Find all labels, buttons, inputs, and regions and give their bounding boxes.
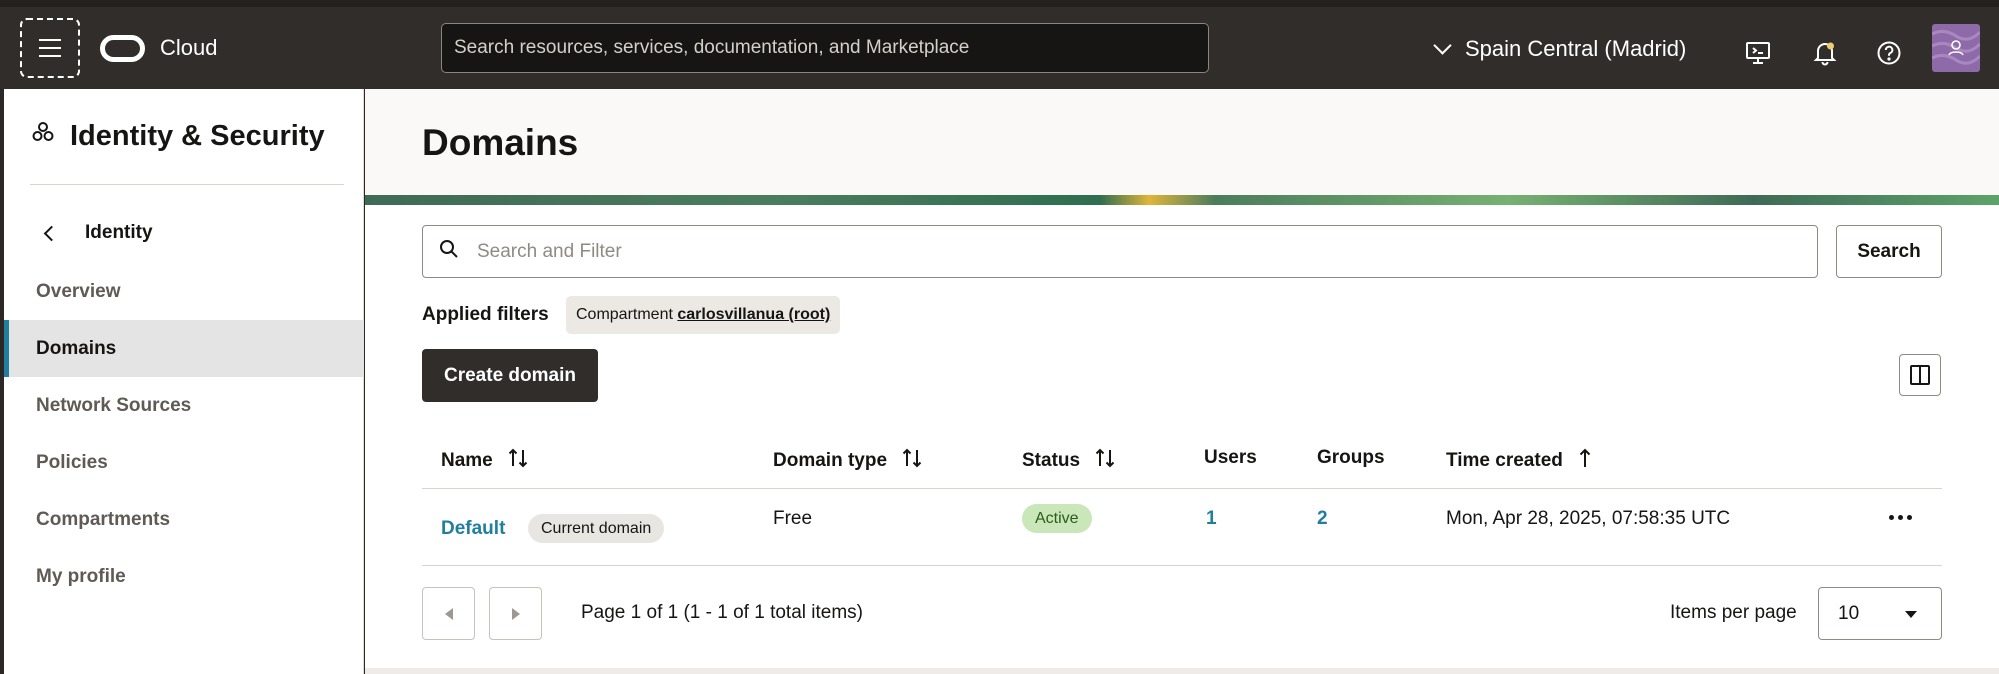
sidebar-item-network-sources[interactable]: Network Sources <box>4 377 364 434</box>
sort-icon <box>507 447 529 475</box>
column-header-time-created-label: Time created <box>1446 450 1563 471</box>
previous-page-button[interactable] <box>422 587 475 640</box>
status-badge: Active <box>1022 504 1092 533</box>
previous-arrow-icon <box>444 607 453 620</box>
compartment-filter-chip[interactable]: Compartment carlosvillanua (root) <box>566 296 841 334</box>
groups-count-link[interactable]: 2 <box>1317 508 1328 530</box>
items-per-page-select[interactable]: 10 <box>1818 587 1942 640</box>
filter-chip-key: Compartment <box>576 306 673 323</box>
table-header-divider <box>422 488 1942 489</box>
create-domain-button[interactable]: Create domain <box>422 349 598 402</box>
sidebar-item-policies[interactable]: Policies <box>4 434 364 491</box>
global-search-input[interactable]: Search resources, services, documentatio… <box>441 23 1209 73</box>
sort-icon <box>901 447 923 475</box>
sidebar-item-my-profile[interactable]: My profile <box>4 548 364 605</box>
users-count-link[interactable]: 1 <box>1206 508 1217 530</box>
sidebar-item-domains[interactable]: Domains <box>4 320 364 377</box>
sidebar-item-compartments[interactable]: Compartments <box>4 491 364 548</box>
column-header-name-label: Name <box>441 450 493 471</box>
items-per-page-label: Items per page <box>1670 602 1797 623</box>
column-header-groups: Groups <box>1317 447 1385 469</box>
columns-icon <box>1910 365 1930 385</box>
pagination-info: Page 1 of 1 (1 - 1 of 1 total items) <box>581 602 863 623</box>
time-created-cell: Mon, Apr 28, 2025, 07:58:35 UTC <box>1446 508 1731 529</box>
sidebar: Identity & Security Identity Overview Do… <box>4 89 364 674</box>
sort-ascending-icon <box>1577 447 1593 475</box>
column-header-groups-label: Groups <box>1317 447 1385 468</box>
page-header: Domains <box>365 89 1999 195</box>
search-filter-input[interactable]: Search and Filter <box>422 225 1818 278</box>
user-avatar[interactable] <box>1932 24 1980 72</box>
column-header-users: Users <box>1204 447 1257 469</box>
row-actions-menu-icon[interactable] <box>1889 515 1912 520</box>
chevron-left-icon <box>43 225 60 241</box>
brand-name[interactable]: Cloud <box>160 35 217 61</box>
filter-chip-value[interactable]: carlosvillanua (root) <box>677 306 830 323</box>
chevron-down-icon <box>1433 36 1452 55</box>
domain-type-cell: Free <box>773 508 813 529</box>
column-header-domain-type-label: Domain type <box>773 450 888 471</box>
column-header-status[interactable]: Status <box>1022 447 1116 475</box>
notifications-bell-icon[interactable] <box>1812 40 1838 66</box>
current-domain-badge: Current domain <box>528 514 665 543</box>
sort-icon <box>1094 447 1116 475</box>
sidebar-title-label: Identity & Security <box>70 119 325 152</box>
domain-name-link[interactable]: Default <box>441 518 505 540</box>
search-icon <box>439 239 459 265</box>
caret-down-icon <box>1905 611 1917 618</box>
bottom-divider <box>365 668 1999 674</box>
sidebar-item-overview[interactable]: Overview <box>4 263 364 320</box>
column-header-domain-type[interactable]: Domain type <box>773 447 923 475</box>
column-header-time-created[interactable]: Time created <box>1446 447 1593 475</box>
search-filter-placeholder: Search and Filter <box>477 240 622 262</box>
next-arrow-icon <box>511 607 520 620</box>
hamburger-menu-icon[interactable] <box>20 18 80 78</box>
table-row-divider <box>422 565 1942 566</box>
region-selector[interactable]: Spain Central (Madrid) <box>1433 36 1687 62</box>
applied-filters-label: Applied filters <box>422 304 549 325</box>
region-label: Spain Central (Madrid) <box>1465 36 1687 61</box>
help-icon[interactable] <box>1876 40 1902 66</box>
sidebar-title: Identity & Security <box>30 119 325 153</box>
column-header-name[interactable]: Name <box>441 447 529 475</box>
top-navigation-bar: Cloud Search resources, services, docume… <box>0 0 1999 89</box>
decorative-banner <box>365 195 1999 205</box>
column-settings-button[interactable] <box>1899 354 1941 396</box>
cloud-shell-icon[interactable] <box>1745 40 1771 66</box>
oracle-logo-icon[interactable] <box>100 35 145 62</box>
main-content: Domains Search and Filter Search Applied… <box>365 89 1999 674</box>
column-header-users-label: Users <box>1204 447 1257 468</box>
sidebar-divider <box>30 184 344 185</box>
items-per-page-value: 10 <box>1838 603 1860 624</box>
search-button[interactable]: Search <box>1836 225 1942 278</box>
column-header-status-label: Status <box>1022 450 1081 471</box>
sidebar-back-label: Identity <box>85 222 153 243</box>
next-page-button[interactable] <box>489 587 542 640</box>
identity-security-icon <box>30 119 56 153</box>
sidebar-back-link[interactable]: Identity <box>43 222 153 244</box>
page-title: Domains <box>422 122 579 163</box>
